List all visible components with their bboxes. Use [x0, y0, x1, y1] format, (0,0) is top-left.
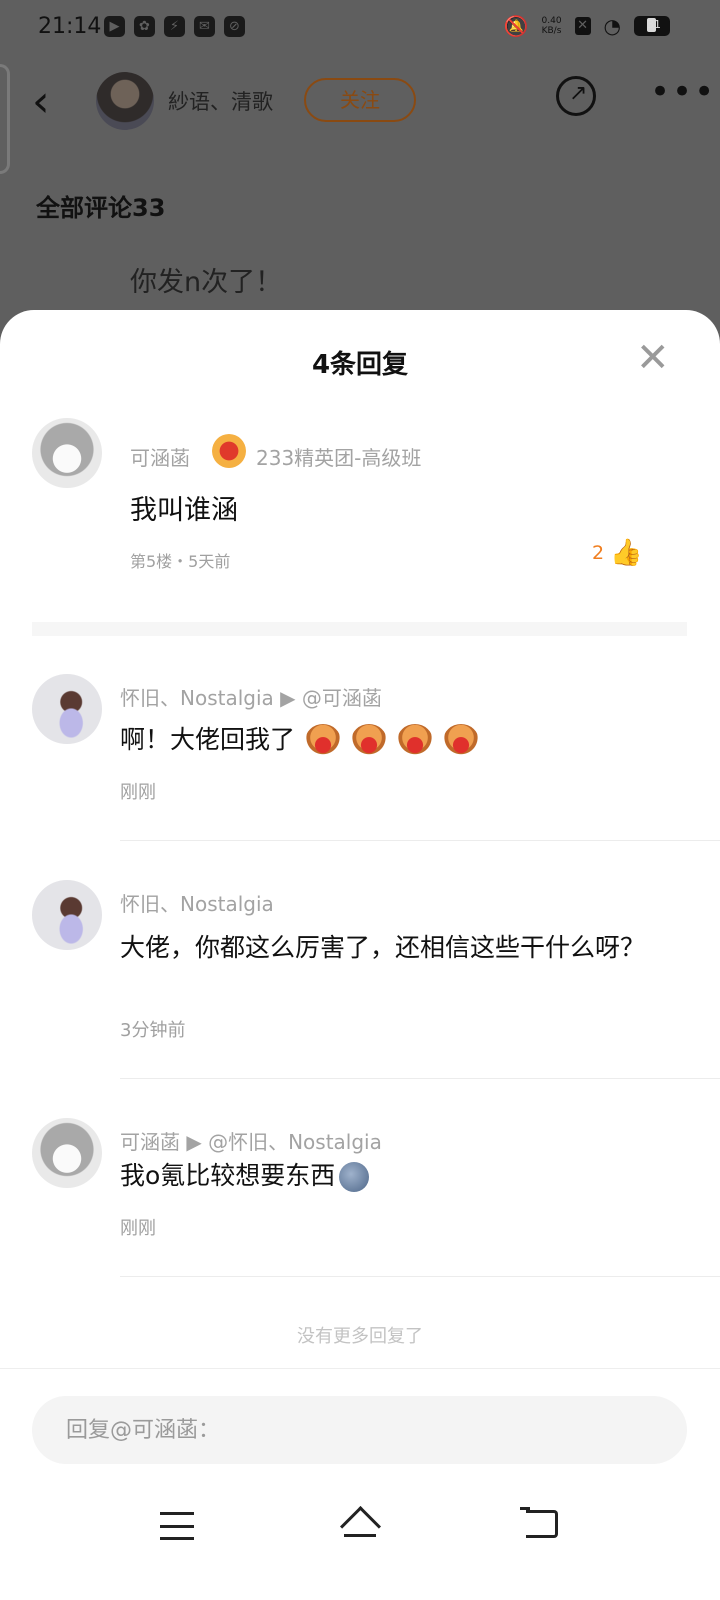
mail-app-icon: ✉: [194, 16, 215, 37]
wifi-icon: ◔: [603, 14, 621, 38]
reply-text[interactable]: 啊！大佬回我了: [120, 720, 660, 760]
mute-icon: 🔕: [503, 14, 529, 38]
status-app-icons: ▶ ✿ ⚡ ✉ ⊘: [104, 16, 245, 37]
avatar[interactable]: [32, 1118, 102, 1188]
avatar[interactable]: [32, 880, 102, 950]
bird-heart-emoji-icon: [397, 724, 434, 758]
moon-emoji-icon: [339, 1162, 370, 1192]
divider: [120, 840, 720, 841]
reply-author[interactable]: 可涵菡 ▶ @怀旧、Nostalgia: [120, 1126, 382, 1155]
back-button[interactable]: ‹: [32, 80, 50, 124]
baidu-app-icon: ✿: [134, 16, 155, 37]
reply-time: 刚刚: [120, 1218, 156, 1239]
reply-input[interactable]: [32, 1396, 687, 1464]
battery-icon: 31: [634, 16, 670, 36]
replies-sheet: 4条回复 ✕ 可涵菡 233精英团-高级班 我叫谁涵 第5楼・5天前 2 👍 怀…: [0, 310, 720, 1600]
edge-panel-handle[interactable]: [0, 64, 10, 174]
system-nav-bar: [0, 1490, 720, 1570]
comment-text[interactable]: 我叫谁涵: [130, 488, 238, 527]
thumbs-up-icon: 👍: [610, 538, 643, 568]
status-bar: 21:14 ▶ ✿ ⚡ ✉ ⊘ 🔕 0.40 KB/s ✕ ◔ 31: [0, 0, 720, 56]
reply-author[interactable]: 怀旧、Nostalgia: [120, 888, 274, 917]
author-name[interactable]: 紗语、清歌: [168, 86, 273, 116]
video-app-icon: ▶: [104, 16, 125, 37]
section-separator: [32, 622, 687, 636]
menu-icon[interactable]: [160, 1512, 194, 1540]
reply-text[interactable]: 我o氪比较想要东西: [120, 1156, 660, 1196]
back-icon[interactable]: [520, 1507, 558, 1538]
share-icon[interactable]: [556, 76, 596, 116]
close-icon[interactable]: ✕: [636, 338, 670, 378]
author-avatar[interactable]: [96, 72, 154, 130]
no-sim-icon: ✕: [574, 17, 591, 35]
reply-text-content: 我o氪比较想要东西: [120, 1161, 336, 1190]
status-indicators: 🔕 0.40 KB/s ✕ ◔ 31: [504, 14, 670, 38]
divider: [120, 1276, 720, 1277]
more-options-button[interactable]: •••: [650, 72, 716, 112]
badge-text: 233精英团-高级班: [256, 446, 422, 470]
reply-text-content: 啊！大佬回我了: [120, 725, 296, 754]
status-time: 21:14: [38, 14, 102, 39]
background-comment-text: 你发n次了！: [130, 267, 283, 298]
like-count: 2: [592, 542, 605, 564]
all-comments-label: 全部评论33: [36, 194, 166, 222]
divider: [0, 1368, 720, 1369]
reply-author[interactable]: 怀旧、Nostalgia ▶ @可涵菡: [120, 682, 382, 711]
reply-time: 刚刚: [120, 782, 156, 803]
medal-badge-icon: [212, 434, 246, 468]
bird-heart-emoji-icon: [351, 724, 388, 758]
post-header: ‹ 紗语、清歌 关注 •••: [0, 56, 720, 174]
home-icon[interactable]: [340, 1504, 380, 1540]
reply-text[interactable]: 大佬，你都这么厉害了，还相信这些干什么呀？: [120, 928, 660, 968]
sheet-title: 4条回复: [311, 350, 409, 380]
comment-meta: 第5楼・5天前: [130, 552, 231, 571]
bird-heart-emoji-icon: [305, 724, 342, 758]
flash-app-icon: ⚡: [164, 16, 185, 37]
browser-app-icon: ⊘: [224, 16, 245, 37]
net-speed: 0.40 KB/s: [541, 16, 562, 36]
bird-heart-emoji-icon: [443, 724, 480, 758]
divider: [120, 1078, 720, 1079]
commenter-name[interactable]: 可涵菡: [130, 442, 190, 471]
no-more-replies: 没有更多回复了: [297, 1326, 423, 1347]
avatar[interactable]: [32, 418, 102, 488]
avatar[interactable]: [32, 674, 102, 744]
follow-button[interactable]: 关注: [304, 78, 416, 122]
like-button[interactable]: 2 👍: [592, 538, 642, 568]
reply-time: 3分钟前: [120, 1020, 186, 1041]
